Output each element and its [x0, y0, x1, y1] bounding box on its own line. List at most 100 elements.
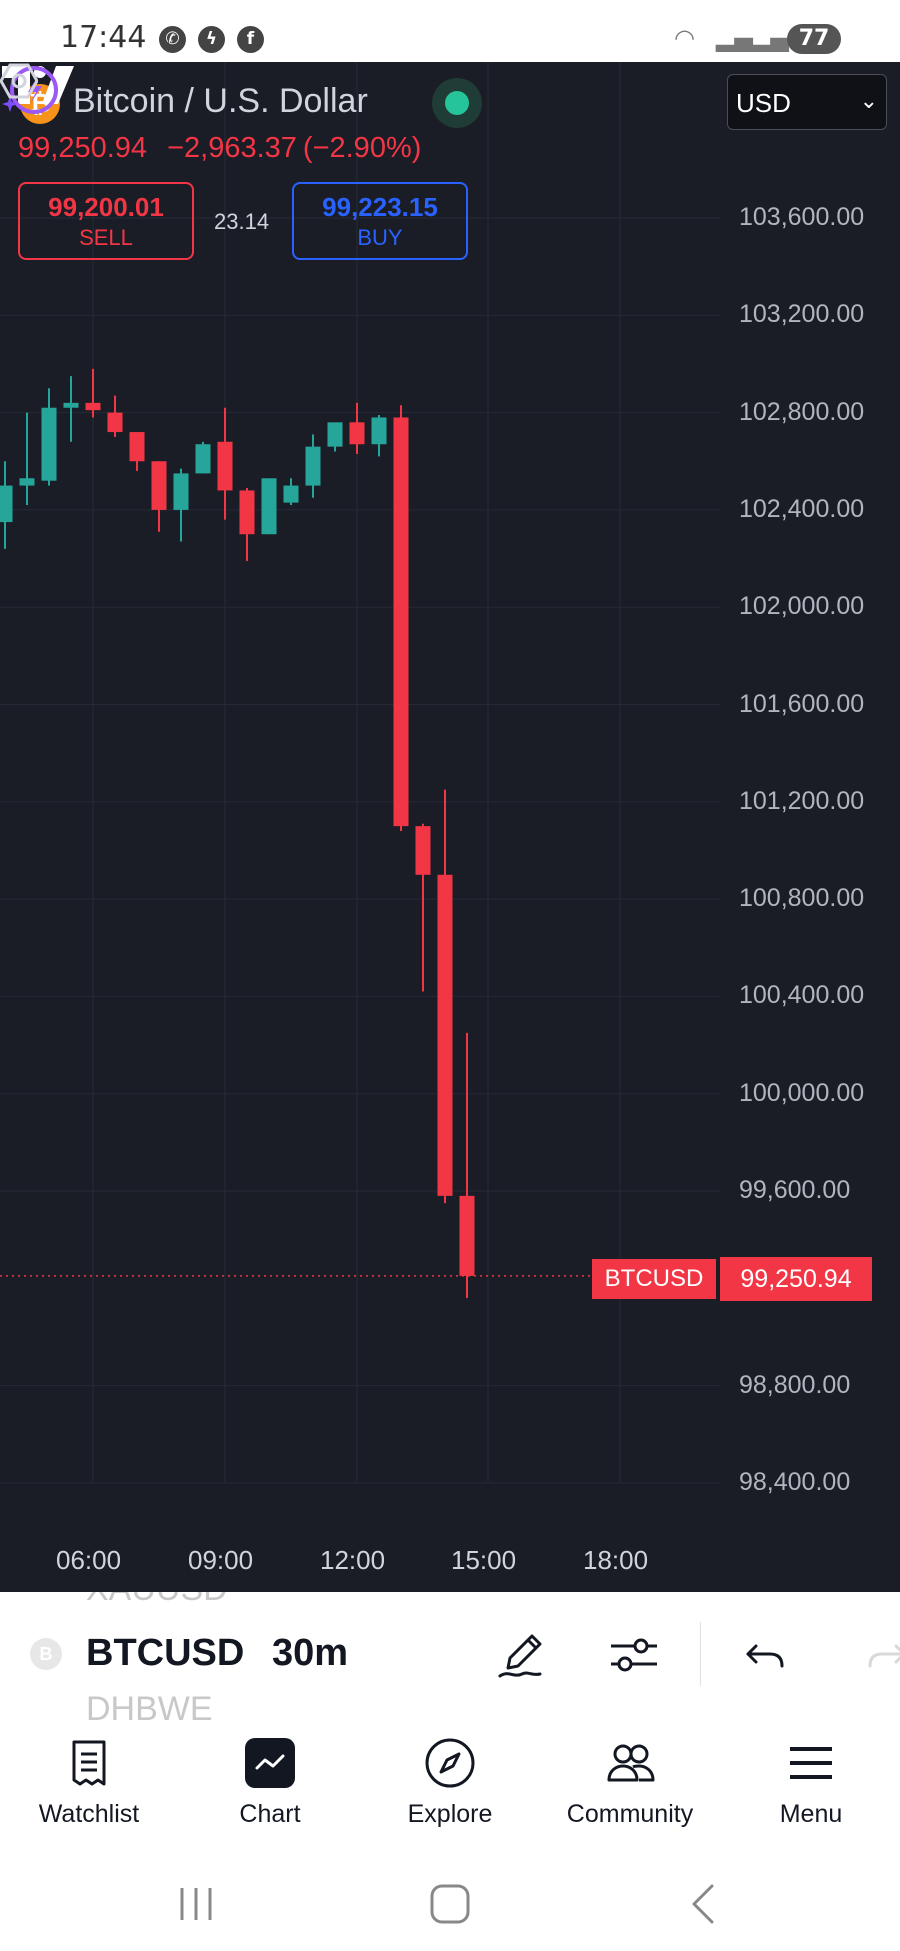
- settings-icon[interactable]: [0, 62, 38, 100]
- interval-selector[interactable]: 30m: [272, 1632, 348, 1675]
- candle-body: [0, 485, 13, 523]
- x-axis-label: 15:00: [451, 1545, 517, 1575]
- chevron-down-icon: ⌄: [859, 88, 878, 113]
- y-axis-label: 101,200.00: [739, 786, 865, 815]
- bottom-navigation: Watchlist Chart Explore Community Menu: [0, 1720, 900, 1860]
- chart-icon: [245, 1738, 295, 1788]
- y-axis-label: 101,600.00: [739, 689, 865, 718]
- symbol-selector[interactable]: BTCUSD: [86, 1632, 244, 1675]
- candle-body: [437, 874, 453, 1196]
- wifi-icon: ◠: [674, 24, 695, 52]
- candle-body: [371, 417, 387, 445]
- candle-body: [195, 444, 211, 474]
- candle-body: [305, 446, 321, 486]
- home-icon[interactable]: [428, 1882, 472, 1926]
- sliders-icon[interactable]: [607, 1628, 661, 1682]
- candle-body: [261, 478, 277, 535]
- y-axis-label: 103,200.00: [739, 300, 865, 329]
- x-axis-label: 12:00: [320, 1545, 386, 1575]
- candle-body: [239, 490, 255, 535]
- redo-icon[interactable]: [858, 1628, 900, 1682]
- chart-area[interactable]: ₿ Bitcoin / U.S. Dollar USD ⌄ 99,250.94 …: [0, 62, 900, 1592]
- y-axis-label: 100,800.00: [739, 884, 865, 913]
- market-open-indicator[interactable]: [432, 78, 482, 128]
- nav-watchlist-label: Watchlist: [38, 1800, 140, 1828]
- last-price-tag: 99,250.94: [720, 1257, 872, 1301]
- price-summary: 99,250.94 −2,963.37 (−2.90%): [18, 132, 433, 165]
- instrument-title[interactable]: Bitcoin / U.S. Dollar: [73, 82, 368, 121]
- sell-button[interactable]: 99,200.01 SELL: [18, 182, 194, 260]
- undo-icon[interactable]: [740, 1628, 794, 1682]
- live-dot-icon: [445, 91, 469, 115]
- pencil-icon[interactable]: [496, 1628, 550, 1682]
- nav-explore[interactable]: Explore: [375, 1736, 525, 1829]
- last-price: 99,250.94: [18, 132, 148, 164]
- recent-apps-icon[interactable]: [176, 1882, 216, 1926]
- candle-body: [19, 478, 35, 486]
- candle-body: [217, 441, 233, 491]
- buy-price: 99,223.15: [322, 192, 438, 222]
- currency-select[interactable]: USD ⌄: [727, 74, 887, 130]
- candle-body: [393, 417, 409, 827]
- currency-value: USD: [736, 88, 791, 118]
- y-axis-label: 100,400.00: [739, 981, 865, 1010]
- nav-menu-label: Menu: [779, 1800, 843, 1828]
- buy-button[interactable]: 99,223.15 BUY: [292, 182, 468, 260]
- signal-icon: ▂▄: [716, 24, 753, 52]
- symbol-price-tag: BTCUSD: [592, 1259, 716, 1299]
- whatsapp-icon: ✆: [159, 26, 186, 53]
- nav-chart[interactable]: Chart: [195, 1736, 345, 1829]
- system-navigation-bar: [0, 1860, 900, 1951]
- chart-toolbar: XAUUSD B BTCUSD 30m DHBWE: [0, 1592, 900, 1721]
- nav-menu[interactable]: Menu: [736, 1736, 886, 1829]
- y-axis-label: 98,800.00: [739, 1370, 851, 1399]
- y-axis-label: 99,600.00: [739, 1176, 851, 1204]
- x-axis-label: 18:00: [583, 1545, 649, 1575]
- x-axis-label: 06:00: [56, 1545, 122, 1575]
- facebook-icon: f: [237, 26, 264, 53]
- candle-body: [327, 422, 343, 447]
- back-icon[interactable]: [684, 1882, 724, 1926]
- sell-price: 99,200.01: [48, 192, 164, 222]
- sell-label: SELL: [79, 225, 133, 250]
- x-axis-label: 09:00: [188, 1545, 254, 1575]
- candle-body: [283, 485, 299, 503]
- y-axis-label: 100,000.00: [739, 1078, 865, 1107]
- candlestick-chart[interactable]: [0, 62, 900, 1592]
- toolbar-divider: [700, 1622, 701, 1686]
- watchlist-icon: [72, 1740, 106, 1786]
- candle-body: [415, 826, 431, 875]
- nav-chart-label: Chart: [239, 1800, 301, 1828]
- signal-roaming-icon: ▂▄: [752, 24, 789, 52]
- price-change-percent: (−2.90%): [302, 132, 422, 164]
- candle-body: [173, 473, 189, 510]
- y-axis-label: 103,600.00: [739, 203, 865, 231]
- candle-body: [85, 402, 101, 411]
- y-axis-label: 102,400.00: [739, 494, 865, 523]
- nav-community[interactable]: Community: [555, 1736, 705, 1829]
- nav-watchlist[interactable]: Watchlist: [14, 1736, 164, 1829]
- candle-body: [63, 402, 79, 408]
- y-axis-label: 102,800.00: [739, 397, 865, 426]
- symbol-list-prev[interactable]: XAUUSD: [86, 1592, 228, 1609]
- status-time: 17:44: [60, 20, 147, 55]
- spread-value: 23.14: [214, 209, 270, 234]
- candle-body: [41, 407, 57, 481]
- buy-label: BUY: [357, 225, 403, 250]
- battery-indicator: 77: [787, 24, 841, 54]
- compass-icon: [425, 1738, 475, 1788]
- y-axis-label: 102,000.00: [739, 592, 865, 621]
- candle-body: [107, 412, 123, 433]
- candle-body: [129, 432, 145, 462]
- candle-body: [151, 461, 167, 510]
- symbol-list-next[interactable]: DHBWE: [86, 1690, 213, 1720]
- y-axis-label: 98,400.00: [739, 1467, 851, 1496]
- nav-explore-label: Explore: [407, 1800, 493, 1828]
- symbol-coin-icon: B: [30, 1638, 62, 1670]
- candle-body: [349, 422, 365, 445]
- community-icon: [607, 1744, 655, 1782]
- hamburger-menu-icon: [790, 1747, 832, 1779]
- price-change: −2,963.37: [167, 132, 297, 164]
- messenger-icon: ϟ: [198, 26, 225, 53]
- status-bar: 17:44 ✆ ϟ f ◠ ▂▄ ▂▄ 77: [0, 0, 900, 62]
